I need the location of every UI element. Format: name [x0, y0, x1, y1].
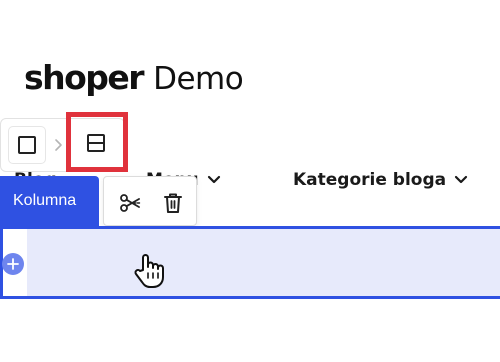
scissors-icon	[120, 194, 141, 212]
selected-column-area[interactable]	[0, 226, 500, 299]
hand-pointer-icon	[132, 251, 170, 296]
column-label: Kolumna	[13, 192, 77, 209]
chevron-right-icon	[52, 135, 66, 155]
chevron-down-icon	[207, 175, 220, 184]
cut-button[interactable]	[117, 190, 143, 216]
breadcrumb-row-button[interactable]	[77, 124, 115, 162]
nav-item-label: Kategorie bloga	[293, 170, 447, 190]
logo-brand: shoper	[24, 58, 145, 97]
logo-suffix: Demo	[153, 61, 244, 97]
square-icon	[18, 136, 36, 154]
plus-icon	[7, 258, 19, 270]
element-toolbar	[103, 176, 197, 226]
breadcrumb-column-button[interactable]	[8, 126, 46, 164]
nav-item-blog-categories[interactable]: Kategorie bloga	[293, 170, 468, 190]
shop-logo: shoper Demo	[24, 58, 244, 97]
add-element-button[interactable]	[2, 253, 24, 275]
selected-column-fill	[27, 229, 500, 296]
row-split-icon	[87, 134, 105, 152]
trash-icon	[164, 193, 182, 213]
column-label-tag[interactable]: Kolumna	[0, 176, 99, 226]
delete-button[interactable]	[160, 190, 186, 216]
chevron-down-icon	[455, 175, 468, 184]
